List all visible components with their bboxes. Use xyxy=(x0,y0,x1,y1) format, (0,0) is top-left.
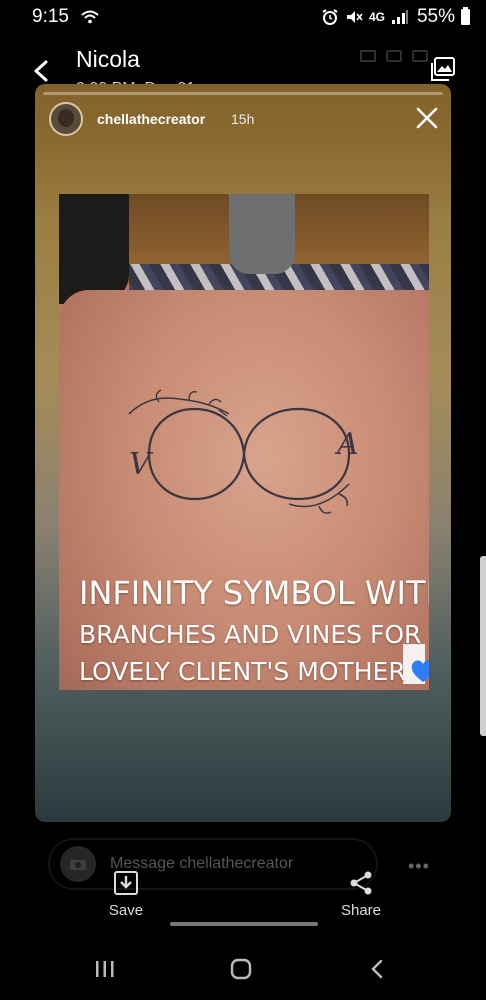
camera-icon[interactable] xyxy=(60,846,96,882)
battery-percent: 55% xyxy=(416,6,455,27)
story-caption: INFINITY SYMBOL WITH BRANCHES AND VINES … xyxy=(79,574,429,686)
navigation-bar xyxy=(0,940,486,1000)
signal-icon xyxy=(391,10,408,24)
faint-status-overlay xyxy=(360,50,428,62)
status-bar: 9:15 4G 55% xyxy=(0,0,486,34)
caption-line: INFINITY SYMBOL WITH xyxy=(79,574,429,612)
infinity-tattoo: V A xyxy=(128,389,359,514)
recents-icon[interactable] xyxy=(90,954,120,984)
story-card[interactable]: chellathecreator 15h V A INFINITY SYMBOL… xyxy=(35,84,451,822)
status-indicators: 4G 55% xyxy=(321,6,470,28)
story-username[interactable]: chellathecreator xyxy=(97,111,205,127)
shoe-background xyxy=(59,194,129,304)
share-button[interactable]: Share xyxy=(334,870,388,919)
reply-input[interactable]: Message chellathecreator xyxy=(48,838,378,890)
tattoo-letter-a: A xyxy=(334,427,359,462)
story-progress-bar xyxy=(43,92,443,95)
story-photo: V A INFINITY SYMBOL WITH BRANCHES AND VI… xyxy=(59,194,429,690)
home-indicator[interactable] xyxy=(170,922,318,926)
battery-icon xyxy=(461,7,470,25)
scrollbar[interactable] xyxy=(480,556,486,736)
contact-name: Nicola xyxy=(76,46,140,72)
home-icon[interactable] xyxy=(226,954,256,984)
more-options-icon[interactable]: ••• xyxy=(408,856,430,877)
alarm-icon xyxy=(322,9,338,25)
caption-line: BRANCHES AND VINES FOR MY xyxy=(79,620,429,649)
save-button[interactable]: Save xyxy=(104,870,148,919)
share-label: Share xyxy=(340,902,382,919)
story-age: 15h xyxy=(231,111,255,127)
wifi-icon xyxy=(81,10,99,24)
boot-background xyxy=(229,194,295,274)
network-type: 4G xyxy=(368,10,385,24)
gallery-icon[interactable] xyxy=(430,56,456,82)
caption-line-text: LOVELY CLIENT'S MOTHER xyxy=(79,657,406,686)
download-icon xyxy=(114,871,138,895)
share-icon xyxy=(350,871,372,895)
close-icon[interactable] xyxy=(415,106,439,130)
back-arrow-icon xyxy=(34,60,48,82)
tattoo-letter-v: V xyxy=(129,447,154,482)
caption-line-last: LOVELY CLIENT'S MOTHER xyxy=(79,657,429,686)
status-time: 9:15 xyxy=(32,6,69,27)
nav-back-icon[interactable] xyxy=(362,954,392,984)
save-label: Save xyxy=(108,902,144,919)
mute-icon xyxy=(346,11,363,23)
back-button[interactable] xyxy=(26,56,56,86)
avatar[interactable] xyxy=(49,102,83,136)
blue-heart-icon xyxy=(411,660,429,682)
